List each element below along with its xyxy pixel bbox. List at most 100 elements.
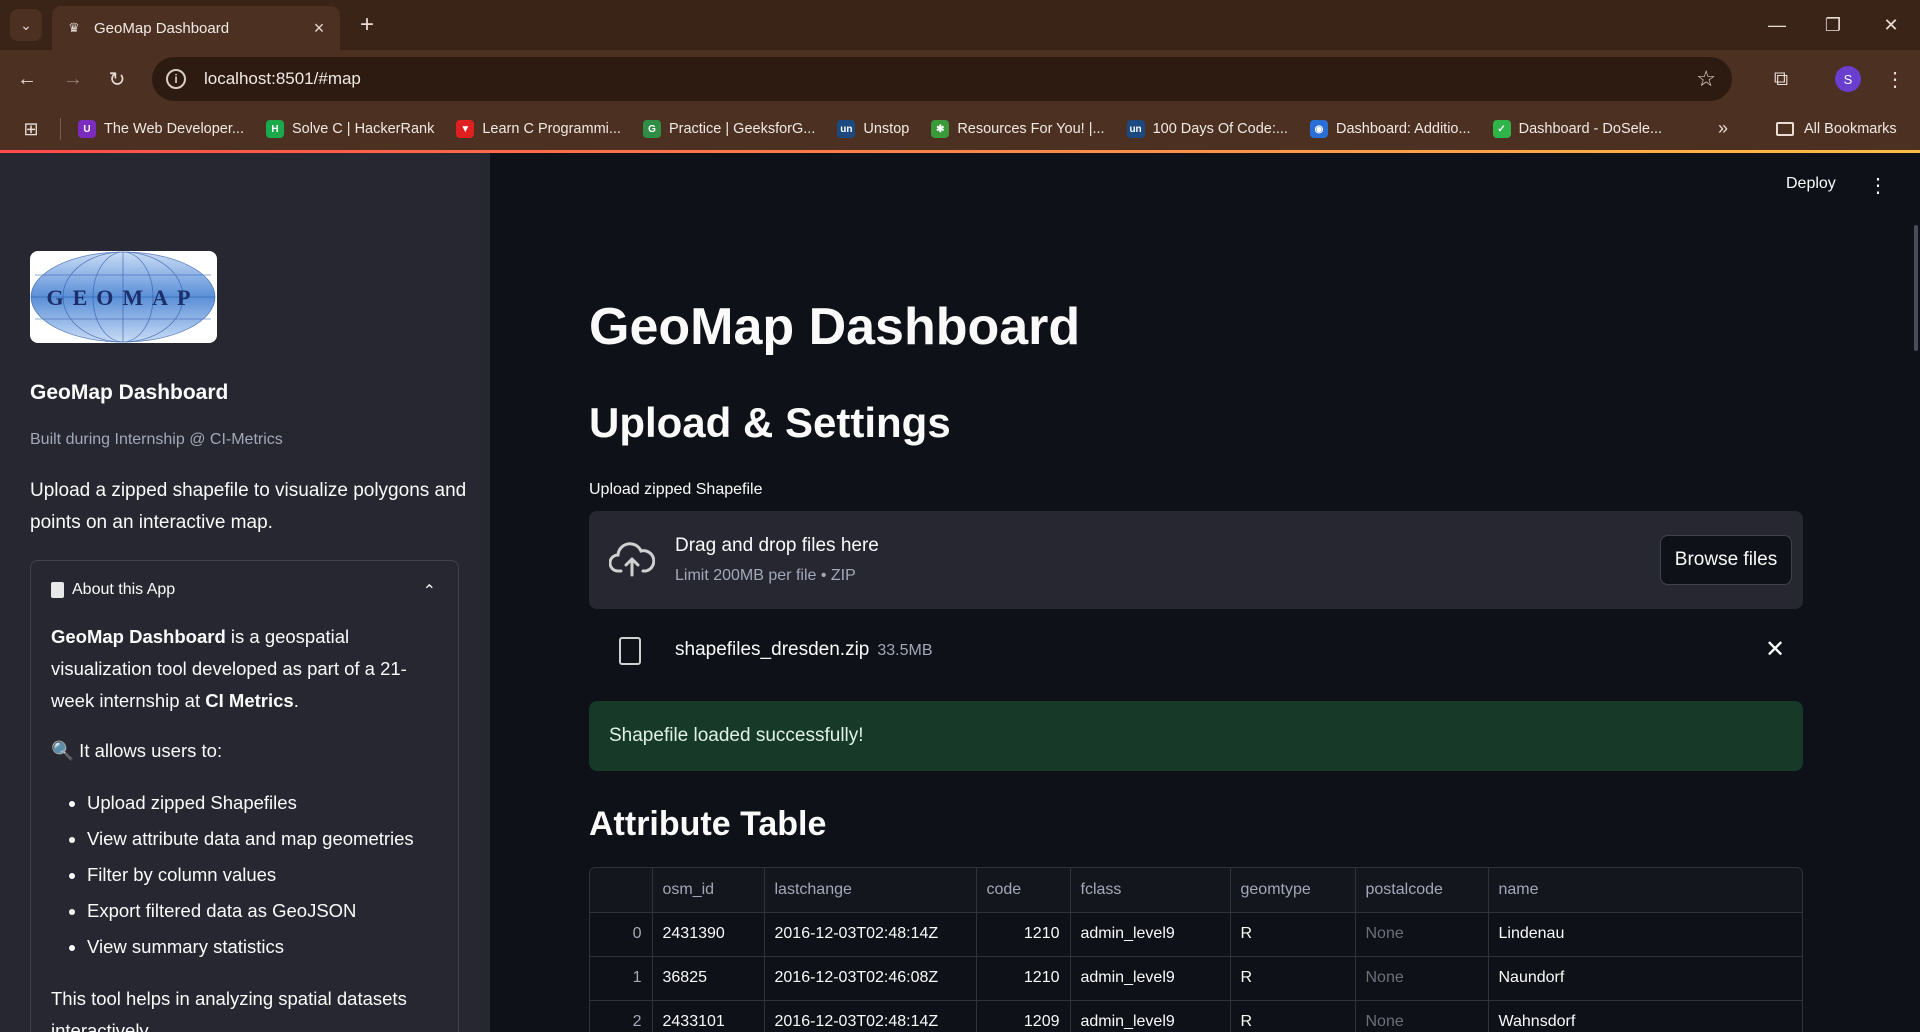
success-alert: Shapefile loaded successfully! [589,701,1803,771]
bookmark-item[interactable]: ✱ Resources For You! |... [931,120,1105,138]
table-row[interactable]: 0 2431390 2016-12-03T02:48:14Z 1210 admi… [590,912,1802,957]
sidebar-title: GeoMap Dashboard [30,381,229,404]
expander-header[interactable]: About this App [51,581,175,599]
attribute-table-heading: Attribute Table [589,805,827,843]
cloud-upload-icon [609,542,655,577]
new-tab-icon[interactable]: + [352,10,382,40]
address-url[interactable]: localhost:8501/#map [204,69,361,89]
column-header[interactable]: code [976,868,1071,913]
bookmark-item[interactable]: un 100 Days Of Code:... [1126,120,1288,138]
column-header[interactable]: name [1488,868,1802,913]
folder-icon [1776,122,1794,136]
bookmark-favicon-icon: U [78,120,96,138]
bookmark-item[interactable]: ▼ Learn C Programmi... [456,120,621,138]
bookmark-item[interactable]: G Practice | GeeksforG... [642,120,815,138]
remove-file-icon[interactable]: ✕ [1765,635,1785,664]
bookmark-item[interactable]: ◉ Dashboard: Additio... [1309,120,1471,138]
page-title: GeoMap Dashboard [589,298,1081,356]
bookmark-favicon-icon: G [642,120,661,138]
bookmarks-divider [60,118,61,140]
column-header[interactable]: postalcode [1355,868,1489,913]
list-item: Filter by column values [87,857,446,893]
list-item: Upload zipped Shapefiles [87,785,446,821]
more-bookmarks-icon[interactable]: » [1718,118,1728,139]
geomap-logo: GEOMAP [30,251,217,343]
main-menu-icon[interactable]: ⋮ [1868,173,1888,198]
globe-logo-icon: GEOMAP [30,251,216,343]
about-org-name: CI Metrics [205,690,294,711]
list-item: View attribute data and map geometries [87,821,446,857]
table-cell: 2016-12-03T02:48:14Z [764,912,977,957]
table-cell: 36825 [652,956,765,1001]
table-cell: 2016-12-03T02:48:14Z [764,1000,977,1032]
about-closing: This tool helps in analyzing spatial dat… [51,988,407,1032]
apps-grid-icon[interactable]: ⊞ [20,118,42,140]
table-cell: admin_level9 [1070,956,1231,1001]
main-scrollbar[interactable] [1914,225,1918,351]
attribute-table[interactable]: osm_id lastchange code fclass geomtype p… [589,867,1803,1032]
about-intro: GeoMap Dashboard is a geospatial visuali… [51,621,446,717]
bookmark-label: Dashboard - DoSele... [1518,121,1663,137]
dropzone-title: Drag and drop files here [675,535,879,556]
column-header[interactable]: lastchange [764,868,977,913]
bookmark-item[interactable]: U The Web Developer... [78,120,244,138]
reload-icon[interactable]: ↻ [100,62,134,96]
logo-wordmark: GEOMAP [47,285,200,310]
minimize-icon[interactable]: — [1752,0,1802,50]
bookmark-favicon-icon: un [1126,120,1145,138]
bookmark-label: 100 Days Of Code:... [1152,121,1288,137]
all-bookmarks-label: All Bookmarks [1804,121,1897,137]
bookmark-item[interactable]: H Solve C | HackerRank [265,120,434,138]
back-icon[interactable]: ← [10,62,44,96]
sidebar: GEOMAP GeoMap Dashboard Built during Int… [0,153,490,1032]
column-header[interactable]: geomtype [1230,868,1356,913]
deploy-button[interactable]: Deploy [1786,175,1836,193]
forward-icon[interactable]: → [56,62,90,96]
about-allows: 🔍 It allows users to: [51,740,223,761]
extensions-icon[interactable]: ⧉ [1764,62,1798,96]
browser-tab[interactable]: ♛ GeoMap Dashboard × [52,6,340,50]
bookmark-favicon-icon: ▼ [456,120,475,138]
table-cell: 2016-12-03T02:46:08Z [764,956,977,1001]
table-cell: Wahnsdorf [1488,1000,1802,1032]
column-header[interactable]: osm_id [652,868,765,913]
window-close-icon[interactable]: ✕ [1866,0,1916,50]
about-expander[interactable]: About this App ⌃ GeoMap Dashboard is a g… [30,560,459,1032]
table-cell: R [1230,912,1356,957]
browser-menu-icon[interactable]: ⋮ [1878,62,1912,96]
feature-list: Upload zipped Shapefiles View attribute … [51,785,446,965]
about-intro-end: . [293,690,299,711]
table-row[interactable]: 2 2433101 2016-12-03T02:48:14Z 1209 admi… [590,1000,1802,1032]
bookmark-item[interactable]: un Unstop [837,120,909,138]
site-info-icon[interactable]: i [166,69,186,89]
document-icon [51,582,64,598]
restore-icon[interactable]: ❐ [1808,0,1858,50]
column-header[interactable]: fclass [1070,868,1231,913]
uploaded-file: shapefiles_dresden.zip 33.5MB ✕ [589,623,1803,679]
table-cell: None [1355,912,1489,957]
uploaded-file-info: shapefiles_dresden.zip 33.5MB [675,639,933,661]
uploaded-file-name: shapefiles_dresden.zip [675,639,870,660]
table-row[interactable]: 1 36825 2016-12-03T02:46:08Z 1210 admin_… [590,956,1802,1001]
tab-search-icon[interactable]: ⌄ [10,9,42,41]
tab-close-icon[interactable]: × [308,17,330,39]
bookmark-label: Resources For You! |... [957,121,1105,137]
file-dropzone[interactable]: Drag and drop files here Limit 200MB per… [589,511,1803,609]
bookmark-star-icon[interactable]: ☆ [1696,66,1716,92]
address-bar[interactable]: i localhost:8501/#map ☆ [152,57,1732,101]
expander-body: GeoMap Dashboard is a geospatial visuali… [51,621,446,1032]
all-bookmarks[interactable]: All Bookmarks [1776,108,1897,150]
browse-files-button[interactable]: Browse files [1660,535,1792,585]
profile-avatar[interactable]: S [1835,66,1861,92]
chevron-up-icon[interactable]: ⌃ [423,581,436,601]
column-header[interactable] [590,868,653,913]
table-cell: None [1355,956,1489,1001]
table-cell: R [1230,956,1356,1001]
table-cell: 0 [590,912,653,957]
main-content: Deploy ⋮ GeoMap Dashboard Upload & Setti… [490,153,1920,1032]
streamlit-favicon-icon: ♛ [68,20,80,35]
bookmark-favicon-icon: un [837,120,856,138]
table-cell: 1209 [976,1000,1071,1032]
table-cell: 1210 [976,912,1071,957]
bookmark-item[interactable]: ✓ Dashboard - DoSele... [1492,120,1663,138]
